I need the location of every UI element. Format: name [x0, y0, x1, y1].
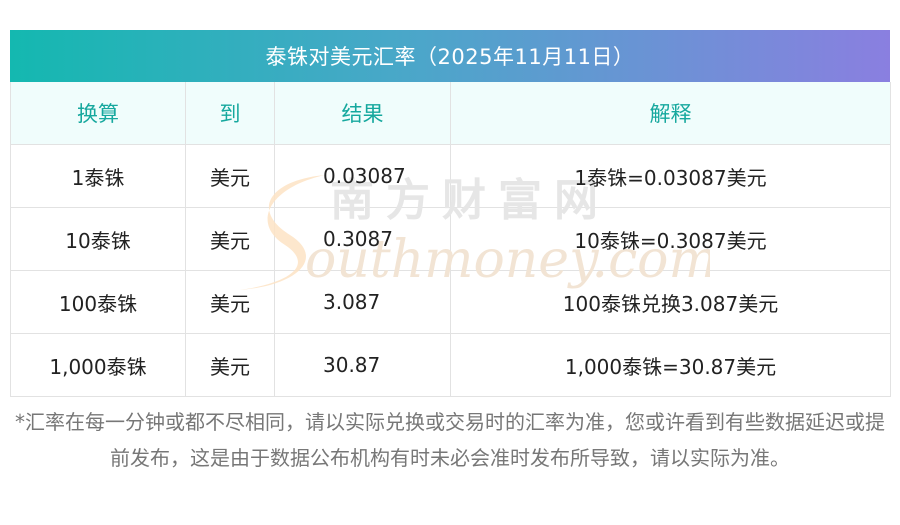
cell-result: 0.03087 [274, 144, 451, 208]
cell-explanation: 1,000泰铢=30.87美元 [450, 333, 891, 397]
cell-currency: 美元 [185, 144, 275, 208]
cell-currency: 美元 [185, 207, 275, 271]
table-row: 100泰铢 美元 3.087 100泰铢兑换3.087美元 [10, 270, 891, 334]
table-row: 10泰铢 美元 0.3087 10泰铢=0.3087美元 [10, 207, 891, 271]
table-header-row: 换算 到 结果 解释 [10, 82, 891, 145]
exchange-rate-table: 换算 到 结果 解释 1泰铢 美元 0.03087 1泰铢=0.03087美元 … [10, 82, 891, 397]
cell-result: 0.3087 [274, 207, 451, 271]
cell-explanation: 100泰铢兑换3.087美元 [450, 270, 891, 334]
cell-amount: 1,000泰铢 [10, 333, 186, 397]
cell-explanation: 1泰铢=0.03087美元 [450, 144, 891, 208]
cell-result: 30.87 [274, 333, 451, 397]
cell-amount: 1泰铢 [10, 144, 186, 208]
cell-currency: 美元 [185, 333, 275, 397]
cell-currency: 美元 [185, 270, 275, 334]
cell-amount: 100泰铢 [10, 270, 186, 334]
cell-amount: 10泰铢 [10, 207, 186, 271]
header-explanation: 解释 [450, 82, 891, 145]
exchange-rate-card: 泰铢对美元汇率（2025年11月11日） 换算 到 结果 解释 1泰铢 美元 0… [10, 30, 891, 397]
cell-result: 3.087 [274, 270, 451, 334]
table-row: 1泰铢 美元 0.03087 1泰铢=0.03087美元 [10, 144, 891, 208]
disclaimer-footnote: *汇率在每一分钟或都不尽相同，请以实际兑换或交易时的汇率为准，您或许看到有些数据… [15, 410, 885, 470]
table-title: 泰铢对美元汇率（2025年11月11日） [10, 30, 890, 82]
header-to: 到 [185, 82, 275, 145]
table-row: 1,000泰铢 美元 30.87 1,000泰铢=30.87美元 [10, 333, 891, 397]
header-result: 结果 [274, 82, 451, 145]
cell-explanation: 10泰铢=0.3087美元 [450, 207, 891, 271]
header-convert: 换算 [10, 82, 186, 145]
